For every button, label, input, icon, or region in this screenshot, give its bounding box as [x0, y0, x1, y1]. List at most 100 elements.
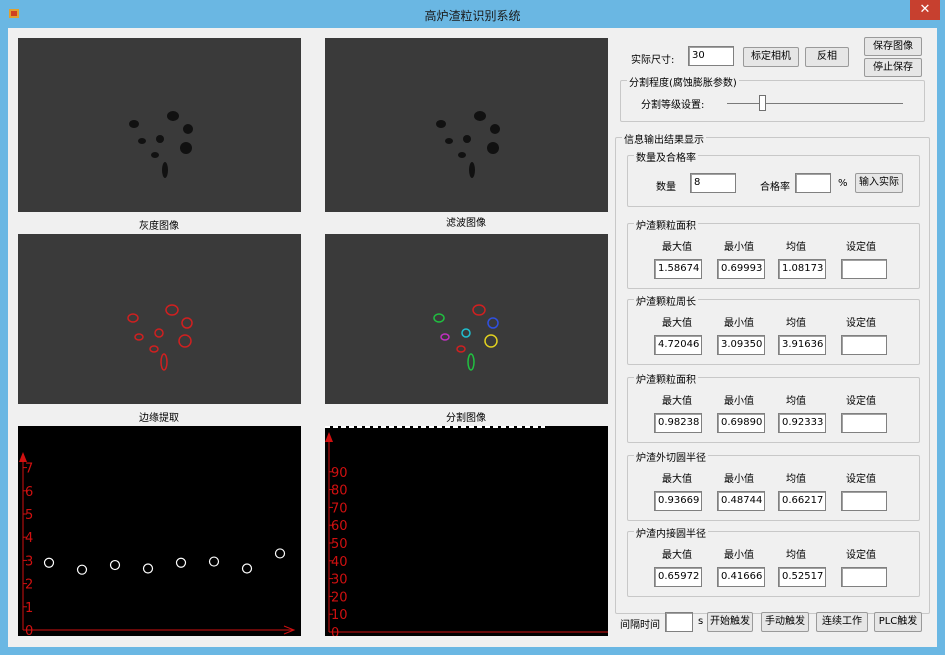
y-tick-label: 40: [331, 555, 348, 570]
max-value-field[interactable]: 1.58674: [654, 259, 702, 279]
segmentation-legend: 分割程度(腐蚀膨胀参数): [627, 74, 739, 89]
main-client-area: 灰度图像 滤波图像 边缘提取 分割图像 7 6 5 4 3 2 1 0 90 8…: [8, 28, 937, 647]
setpoint-field[interactable]: [841, 491, 887, 511]
mean-value-field[interactable]: 3.91636: [778, 335, 826, 355]
data-point: [241, 563, 253, 574]
data-point: [274, 548, 286, 559]
min-value-field[interactable]: 0.48744: [717, 491, 765, 511]
col-header-max: 最大值: [662, 474, 692, 485]
particle-plot-right: 90 80 70 60 50 40 30 20 10 0: [325, 426, 608, 636]
start-trigger-button[interactable]: 开始触发: [707, 612, 753, 632]
stop-save-button[interactable]: 停止保存: [864, 58, 922, 77]
col-header-setpoint: 设定值: [846, 318, 876, 329]
min-value-field[interactable]: 0.69993: [717, 259, 765, 279]
segmentation-slider-track[interactable]: [727, 103, 903, 104]
y-tick-label: 4: [25, 531, 33, 546]
y-tick-label: 50: [331, 537, 348, 552]
stat-group-legend: 炉渣颗粒周长: [634, 293, 698, 308]
min-value-field[interactable]: 0.41666: [717, 567, 765, 587]
col-header-setpoint: 设定值: [846, 550, 876, 561]
count-field[interactable]: 8: [690, 173, 736, 193]
y-tick-label: 5: [25, 508, 33, 523]
col-header-setpoint: 设定值: [846, 396, 876, 407]
y-tick-label: 10: [331, 608, 348, 623]
stat-group: 炉渣颗粒面积 最大值 最小值 均值 设定值 1.58674 0.69993 1.08173: [627, 217, 920, 289]
segmentation-slider-thumb[interactable]: [759, 95, 767, 111]
y-tick-label: 3: [25, 554, 33, 569]
col-header-max: 最大值: [662, 242, 692, 253]
col-header-min: 最小值: [724, 474, 754, 485]
col-header-min: 最小值: [724, 550, 754, 561]
y-tick-label: 0: [331, 626, 339, 636]
col-header-mean: 均值: [786, 396, 806, 407]
stat-group-legend: 炉渣外切圆半径: [634, 449, 708, 464]
y-tick-label: 7: [25, 462, 33, 477]
y-tick-label: 30: [331, 573, 348, 588]
actual-size-label: 实际尺寸:: [631, 55, 675, 66]
segmented-particles: [433, 304, 499, 371]
interval-unit: s: [698, 616, 704, 627]
stat-group-legend: 炉渣颗粒面积: [634, 371, 698, 386]
actual-size-input[interactable]: 30: [688, 46, 734, 66]
save-image-button[interactable]: 保存图像: [864, 37, 922, 56]
stat-group-legend: 炉渣颗粒面积: [634, 217, 698, 232]
data-point: [76, 564, 88, 575]
filtered-image-caption: 滤波图像: [446, 218, 486, 229]
max-value-field[interactable]: 0.65972: [654, 567, 702, 587]
data-point: [43, 557, 55, 568]
col-header-min: 最小值: [724, 318, 754, 329]
data-point: [208, 556, 220, 567]
invert-button[interactable]: 反相: [805, 47, 849, 67]
close-button[interactable]: ✕: [910, 0, 940, 20]
y-tick-label: 90: [331, 466, 348, 481]
filtered-image-view: [325, 38, 608, 212]
col-header-setpoint: 设定值: [846, 242, 876, 253]
y-axis-arrow: [325, 432, 333, 442]
input-actual-button[interactable]: 输入实际: [855, 173, 903, 193]
col-header-min: 最小值: [724, 242, 754, 253]
continuous-work-button[interactable]: 连续工作: [816, 612, 868, 632]
mean-value-field[interactable]: 1.08173: [778, 259, 826, 279]
col-header-min: 最小值: [724, 396, 754, 407]
mean-value-field[interactable]: 0.52517: [778, 567, 826, 587]
manual-trigger-button[interactable]: 手动触发: [761, 612, 809, 632]
max-value-field[interactable]: 0.98238: [654, 413, 702, 433]
y-tick-label: 80: [331, 484, 348, 499]
setpoint-field[interactable]: [841, 413, 887, 433]
count-rate-group: 数量及合格率 数量 8 合格率 % 输入实际: [627, 149, 920, 207]
count-label: 数量: [656, 182, 676, 193]
segmentation-level-label: 分割等级设置:: [641, 100, 705, 111]
min-value-field[interactable]: 0.69890: [717, 413, 765, 433]
col-header-max: 最大值: [662, 550, 692, 561]
max-value-field[interactable]: 0.93669: [654, 491, 702, 511]
gray-particles: [129, 111, 193, 178]
col-header-setpoint: 设定值: [846, 474, 876, 485]
y-tick-label: 60: [331, 519, 348, 534]
y-tick-label: 20: [331, 590, 348, 605]
setpoint-field[interactable]: [841, 567, 887, 587]
plc-trigger-button[interactable]: PLC触发: [874, 612, 922, 632]
mean-value-field[interactable]: 0.92333: [778, 413, 826, 433]
y-tick-label: 70: [331, 501, 348, 516]
histogram-plot-svg: 90 80 70 60 50 40 30 20 10 0: [325, 426, 608, 636]
scatter-plot-svg: 7 6 5 4 3 2 1 0: [19, 452, 296, 636]
max-value-field[interactable]: 4.72046: [654, 335, 702, 355]
stat-group: 炉渣颗粒周长 最大值 最小值 均值 设定值 4.72046 3.09350 3.91636: [627, 293, 920, 365]
data-point: [142, 563, 154, 574]
segmented-image-caption: 分割图像: [446, 413, 486, 424]
col-header-mean: 均值: [786, 550, 806, 561]
filtered-particles: [436, 111, 500, 178]
setpoint-field[interactable]: [841, 335, 887, 355]
stat-group-legend: 炉渣内接圆半径: [634, 525, 708, 540]
data-point: [109, 559, 121, 571]
y-tick-label: 1: [25, 601, 33, 616]
window-title: 高炉渣粒识别系统: [424, 9, 521, 23]
calibrate-camera-button[interactable]: 标定相机: [743, 47, 799, 67]
stat-group: 炉渣颗粒面积 最大值 最小值 均值 设定值 0.98238 0.69890 0.92333: [627, 371, 920, 443]
y-tick-label: 2: [25, 578, 33, 593]
setpoint-field[interactable]: [841, 259, 887, 279]
min-value-field[interactable]: 3.09350: [717, 335, 765, 355]
interval-field[interactable]: [665, 612, 693, 632]
pass-rate-field[interactable]: [795, 173, 831, 193]
mean-value-field[interactable]: 0.66217: [778, 491, 826, 511]
